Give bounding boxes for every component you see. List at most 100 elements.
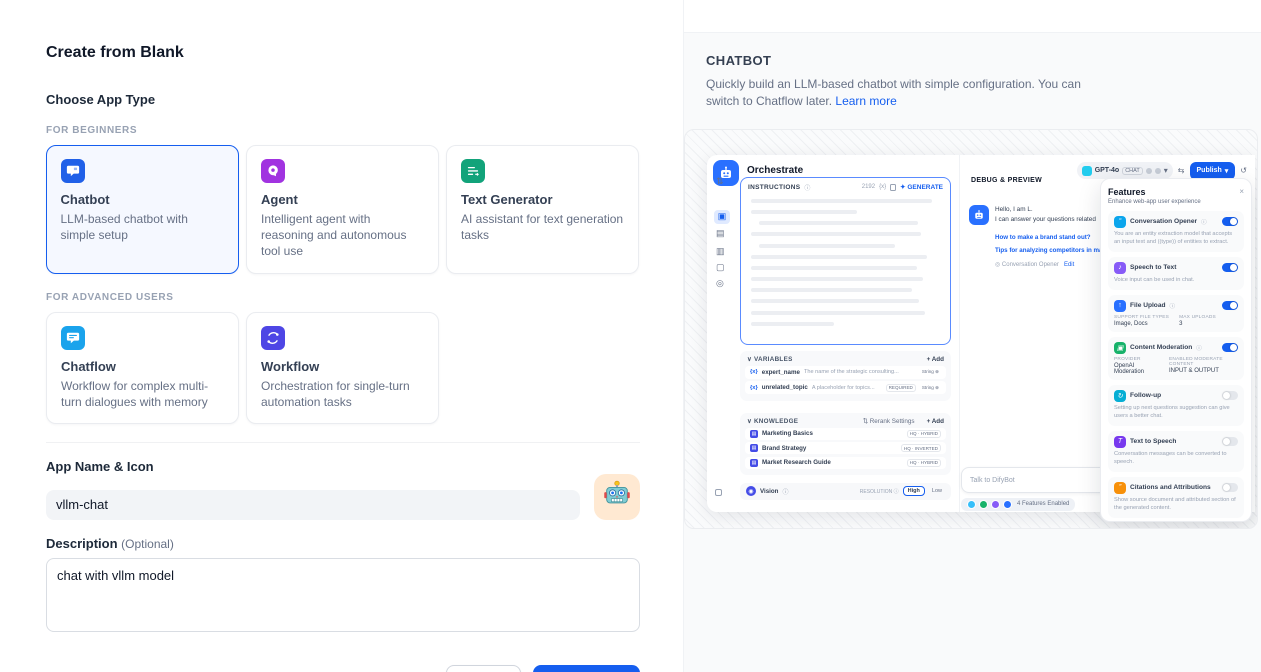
feature-toggle [1222,217,1238,226]
vision-setting-row: ◉ Vision ⓘ RESOLUTION ⓘ High Low [740,483,951,500]
preview-title: Orchestrate [747,165,803,176]
speech-to-text-icon: ♪ [1114,262,1126,274]
chat-bubble-icon [61,159,85,183]
app-name-row [46,474,640,520]
optional-hint: (Optional) [121,537,174,551]
copy-icon [890,184,896,191]
knowledge-row: ▤ Market Research Guide HQ · HYBRID [745,457,946,469]
feature-speech-to-text: ♪ Speech to Text Voice input can be used… [1108,257,1244,290]
description-textarea[interactable]: chat with vllm model [46,558,640,632]
app-type-card-agent[interactable]: Agent Intelligent agent with reasoning a… [246,145,439,274]
for-advanced-users-label: FOR ADVANCED USERS [46,292,640,303]
info-icon: ⓘ [782,487,788,496]
generate-button: ✦ GENERATE [900,183,943,191]
chatflow-icon [61,326,85,350]
card-desc: Intelligent agent with reasoning and aut… [261,211,424,260]
preview-rail-icon: ▥ [716,247,725,256]
features-panel: Features × Enhance web-app user experien… [1100,178,1252,522]
agent-icon [261,159,285,183]
create-app-modal: Create from Blank Choose App Type FOR BE… [0,0,1261,672]
features-enabled-row: 4 Features Enabled [961,498,1075,511]
variable-icon: {x} [879,184,886,190]
card-title: Chatbot [61,192,225,207]
right-body: CHATBOT Quickly build an LLM-based chatb… [684,33,1261,672]
text-to-speech-icon: T [1114,436,1126,448]
modal-footer: No ideas? Check out our templates→ Cance… [46,665,640,672]
document-icon: ▤ [750,430,758,438]
selected-type-description: Quickly build an LLM-based chatbot with … [706,76,1106,111]
document-icon: ▤ [750,459,758,467]
choose-app-type-label: Choose App Type [46,92,640,107]
file-upload-icon: ↑ [1114,300,1126,312]
learn-more-link[interactable]: Learn more [835,94,896,108]
cancel-button[interactable]: Cancel [446,665,521,672]
conversation-opener-row: ◎ Conversation OpenerEdit [995,261,1074,268]
feature-conversation-opener: “ Conversation Opener ⓘ You are an entit… [1108,211,1244,252]
add-variable-button: + Add [927,356,944,363]
variables-section: ∨ VARIABLES + Add {x} expert_name The na… [740,351,951,401]
app-type-card-chatflow[interactable]: Chatflow Workflow for complex multi-turn… [46,312,239,424]
variable-icon: {x} [750,385,758,391]
rerank-settings-button: ⇅ Rerank Settings [863,418,915,425]
app-name-input[interactable] [46,490,580,520]
description-label: Description (Optional) [46,536,640,551]
page-title: Create from Blank [46,44,640,62]
knowledge-section: ∨ KNOWLEDGE ⇅ Rerank Settings + Add ▤ Ma… [740,413,951,476]
feature-toggle [1222,437,1238,446]
document-icon: ▤ [750,444,758,452]
info-icon: ⓘ [804,183,810,192]
feature-content-moderation: ▣ Content Moderation ⓘ PROVIDEROpenAI Mo… [1108,337,1244,380]
swap-icon: ⇅ [716,177,724,186]
upload-feature-icon [1003,500,1012,509]
for-beginners-label: FOR BEGINNERS [46,125,640,136]
app-name-label: App Name & Icon [46,459,640,474]
card-desc: Workflow for complex multi-turn dialogue… [61,378,224,410]
card-desc: Orchestration for single-turn automation… [261,378,424,410]
beginner-cards-row: Chatbot LLM-based chatbot with simple se… [46,145,640,274]
preview-rail-icon: ◎ [716,279,724,288]
app-type-card-chatbot[interactable]: Chatbot LLM-based chatbot with simple se… [46,145,239,274]
edit-link: Edit [1064,262,1074,268]
feature-citations: ” Citations and Attributions Show source… [1108,477,1244,518]
variable-icon: {x} [750,369,758,375]
variable-row: {x} expert_name The name of the strategi… [745,366,946,379]
content-moderation-icon: ▣ [1114,342,1126,354]
knowledge-row: ▤ Marketing Basics HQ · HYBRID [745,428,946,440]
collapse-icon [715,489,722,496]
info-icon: ⓘ [1170,302,1176,310]
app-type-card-text-generator[interactable]: Text Generator AI assistant for text gen… [446,145,639,274]
card-desc: LLM-based chatbot with simple setup [61,211,225,243]
app-icon-picker[interactable] [594,474,640,520]
app-type-card-workflow[interactable]: Workflow Orchestration for single-turn a… [246,312,439,424]
preview-rail-icon: ▢ [716,263,725,272]
app-type-info-panel: CHATBOT Quickly build an LLM-based chatb… [683,0,1261,672]
preview-rail-icon: ▤ [716,229,725,238]
feature-toggle [1222,483,1238,492]
workflow-icon [261,326,285,350]
follow-up-icon: ↻ [1114,390,1126,402]
char-count: 2192 [862,184,875,190]
opener-feature-icon [967,500,976,509]
instructions-panel: INSTRUCTIONS ⓘ 2192 {x} ✦ GENERATE [740,177,951,345]
close-icon: × [1239,187,1244,196]
moderation-feature-icon [979,500,988,509]
info-icon: ⓘ [1201,218,1207,226]
card-title: Workflow [261,359,424,374]
bot-avatar-icon [969,205,989,225]
robot-emoji-icon [602,479,632,514]
info-icon: ⓘ [1196,344,1202,352]
resolution-low-option: Low [929,487,945,495]
knowledge-row: ▤ Brand Strategy HQ · INVERTED [745,442,946,454]
card-title: Agent [261,192,424,207]
conversation-opener-icon: “ [1114,216,1126,228]
resolution-high-option: High [903,486,925,496]
placeholder-text-lines [741,195,950,337]
citations-icon: ” [1114,482,1126,494]
create-from-blank-panel: Create from Blank Choose App Type FOR BE… [0,0,683,672]
feature-toggle [1222,301,1238,310]
vision-icon: ◉ [746,486,756,496]
speech-feature-icon [991,500,1000,509]
feature-follow-up: ↻ Follow-up Setting up next questions su… [1108,385,1244,426]
feature-toggle [1222,343,1238,352]
create-button[interactable]: Create ⌘ ↵ [533,665,640,672]
